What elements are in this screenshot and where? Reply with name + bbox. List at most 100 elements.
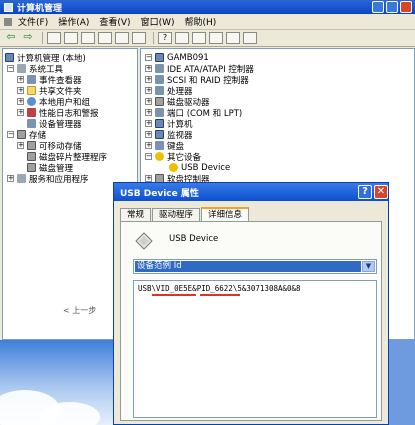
tree-item-computer[interactable]: + 计算机 <box>145 118 193 130</box>
scan-hardware-icon[interactable] <box>175 32 189 44</box>
system-menu-icon[interactable] <box>4 17 12 26</box>
up-folder-icon[interactable] <box>47 32 61 44</box>
tree-label: GAMB091 <box>167 52 209 63</box>
property-select-value: 设备范例 Id <box>135 261 361 272</box>
tree-item-computer-root[interactable]: − GAMB091 <box>145 52 209 63</box>
computer-icon <box>5 53 14 62</box>
prev-button[interactable]: < 上一步 <box>63 305 96 316</box>
tree-label: 其它设备 <box>167 152 202 163</box>
enable-device-icon[interactable] <box>243 32 257 44</box>
tree-item-removable-storage[interactable]: + 可移动存储 <box>17 140 82 152</box>
close-button[interactable] <box>400 1 412 13</box>
port-icon <box>155 108 164 117</box>
storage-icon <box>17 130 26 139</box>
property-value[interactable]: USB\VID_0E5E&PID_6622\5&3071308A&0&8 <box>138 284 301 293</box>
properties-dialog: USB Device 属性 ? ✕ 常规 驱动程序 详细信息 USB Devic… <box>113 182 389 425</box>
maximize-button[interactable] <box>386 1 398 13</box>
expand-icon[interactable]: + <box>145 98 152 105</box>
disable-device-icon[interactable] <box>209 32 223 44</box>
menu-action[interactable]: 操作(A) <box>58 15 89 28</box>
tab-general[interactable]: 常规 <box>120 208 152 221</box>
cloud <box>40 402 100 425</box>
tree-item-shared-folders[interactable]: + 共享文件夹 <box>17 85 82 97</box>
tree-item-scsi[interactable]: + SCSI 和 RAID 控制器 <box>145 74 249 86</box>
expand-icon[interactable]: + <box>145 120 152 127</box>
refresh-icon[interactable] <box>115 32 129 44</box>
expand-icon[interactable]: + <box>145 87 152 94</box>
details-panel: USB Device 设备范例 Id ▼ USB\VID_0E5E&PID_66… <box>120 221 382 421</box>
tree-item-system-tools[interactable]: − 系统工具 <box>7 63 63 75</box>
expand-icon[interactable]: + <box>145 175 152 182</box>
tree-item-ide[interactable]: + IDE ATA/ATAPI 控制器 <box>145 63 254 75</box>
print-icon[interactable] <box>98 32 112 44</box>
chevron-down-icon[interactable]: ▼ <box>362 261 375 272</box>
desktop-background <box>0 340 113 425</box>
tree-label: 服务和应用程序 <box>29 174 89 185</box>
help-button[interactable]: ? <box>358 185 372 199</box>
pid-underline <box>200 294 240 296</box>
expand-icon[interactable]: + <box>7 175 14 182</box>
menu-view[interactable]: 查看(V) <box>99 15 130 28</box>
expand-icon[interactable]: + <box>17 142 24 149</box>
tools-icon <box>17 64 26 73</box>
expand-icon[interactable]: + <box>145 131 152 138</box>
menu-help[interactable]: 帮助(H) <box>185 15 217 28</box>
tree-item-keyboards[interactable]: + 键盘 <box>145 140 184 152</box>
tree-item-disk-drives[interactable]: + 磁盘驱动器 <box>145 96 210 108</box>
collapse-icon[interactable]: − <box>7 65 14 72</box>
tree-item-storage[interactable]: − 存储 <box>7 129 46 141</box>
properties-icon[interactable] <box>81 32 95 44</box>
services-icon <box>17 174 26 183</box>
tab-driver[interactable]: 驱动程序 <box>152 208 201 221</box>
users-icon <box>27 97 36 106</box>
dialog-title: USB Device 属性 <box>120 188 199 199</box>
dialog-titlebar[interactable]: USB Device 属性 <box>114 183 388 201</box>
uninstall-device-icon[interactable] <box>226 32 240 44</box>
window-titlebar[interactable]: 计算机管理 <box>0 0 415 14</box>
tree-item-disk-management[interactable]: 磁盘管理 <box>27 162 73 174</box>
minimize-button[interactable] <box>372 1 384 13</box>
app-icon <box>4 2 13 12</box>
update-driver-icon[interactable] <box>192 32 206 44</box>
export-icon[interactable] <box>132 32 146 44</box>
expand-icon[interactable]: + <box>17 98 24 105</box>
expand-icon[interactable]: + <box>17 109 24 116</box>
menu-window[interactable]: 窗口(W) <box>141 15 175 28</box>
menu-file[interactable]: 文件(F) <box>18 15 48 28</box>
tree-item-local-users[interactable]: + 本地用户和组 <box>17 96 90 108</box>
property-value-list[interactable]: USB\VID_0E5E&PID_6622\5&3071308A&0&8 <box>133 280 377 418</box>
tree-item-ports[interactable]: + 端口 (COM 和 LPT) <box>145 107 242 119</box>
collapse-icon[interactable]: − <box>7 131 14 138</box>
show-tree-icon[interactable] <box>64 32 78 44</box>
property-select[interactable]: 设备范例 Id ▼ <box>133 259 377 274</box>
collapse-icon[interactable]: − <box>145 54 152 61</box>
tab-strip: 常规 驱动程序 详细信息 <box>120 207 250 221</box>
tree-item-defrag[interactable]: 磁盘碎片整理程序 <box>27 151 107 163</box>
expand-icon[interactable]: + <box>145 76 152 83</box>
forward-arrow-icon[interactable]: ⇨ <box>21 31 35 44</box>
collapse-icon[interactable]: − <box>145 153 152 160</box>
tree-item-services-apps[interactable]: + 服务和应用程序 <box>7 173 89 185</box>
close-button[interactable]: ✕ <box>374 185 388 199</box>
tree-item-monitors[interactable]: + 监视器 <box>145 129 193 141</box>
back-arrow-icon[interactable]: ⇦ <box>4 31 18 44</box>
expand-icon[interactable]: + <box>17 76 24 83</box>
removable-storage-icon <box>27 141 36 150</box>
expand-icon[interactable]: + <box>145 142 152 149</box>
tree-item-computer-management[interactable]: 计算机管理 (本地) <box>5 52 86 64</box>
vid-underline <box>152 294 196 296</box>
help-icon[interactable]: ? <box>158 32 172 44</box>
tree-item-event-viewer[interactable]: + 事件查看器 <box>17 74 82 86</box>
tree-item-other-devices[interactable]: − 其它设备 <box>145 151 202 163</box>
tree-item-device-manager[interactable]: 设备管理器 <box>27 118 82 130</box>
tree-item-processor[interactable]: + 处理器 <box>145 85 193 97</box>
expand-icon[interactable]: + <box>145 65 152 72</box>
expand-icon[interactable]: + <box>145 109 152 116</box>
tab-details[interactable]: 详细信息 <box>201 207 250 221</box>
expand-icon[interactable]: + <box>17 87 24 94</box>
perf-log-icon <box>27 108 36 117</box>
tree-item-usb-device[interactable]: USB Device <box>169 162 230 173</box>
tree-item-performance-logs[interactable]: + 性能日志和警报 <box>17 107 99 119</box>
toolbar-separator <box>42 32 43 44</box>
event-viewer-icon <box>27 75 36 84</box>
